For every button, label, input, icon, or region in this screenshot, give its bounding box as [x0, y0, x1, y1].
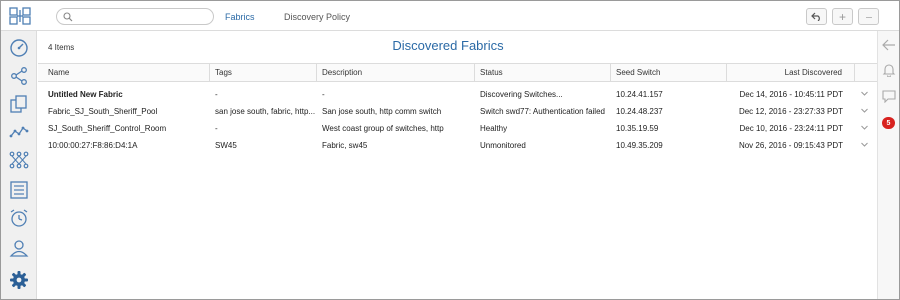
- chevron-down-icon[interactable]: [860, 106, 869, 115]
- share-icon: [11, 67, 27, 85]
- arrow-left-icon: [882, 39, 895, 51]
- cell-seed-switch: 10.49.35.209: [616, 141, 663, 150]
- dashboard-icon: [10, 39, 28, 57]
- copy-icon: [10, 95, 27, 113]
- column-header-seed-switch[interactable]: Seed Switch: [611, 64, 727, 81]
- cell-tags: san jose south, fabric, http...: [215, 107, 316, 116]
- sidebar-item-copy[interactable]: [8, 93, 30, 115]
- sidebar-item-settings[interactable]: [8, 269, 30, 291]
- cell-seed-switch: 10.35.19.59: [616, 124, 659, 133]
- cell-description: Fabric, sw45: [322, 141, 368, 150]
- cell-description: -: [322, 90, 325, 99]
- user-icon: [9, 240, 29, 257]
- table-row[interactable]: Untitled New Fabric - - Discovering Swit…: [38, 86, 877, 103]
- top-bar: Fabrics Discovery Policy + ···: [1, 1, 899, 31]
- tab-discovery-policy[interactable]: Discovery Policy: [284, 12, 350, 22]
- main-content: 4 Items Discovered Fabrics Name Tags Des…: [38, 31, 877, 299]
- search-input[interactable]: [56, 8, 214, 25]
- chat-bubble-icon: [882, 90, 896, 103]
- undo-icon: [811, 12, 820, 21]
- undo-button[interactable]: [806, 8, 827, 25]
- column-header-tags[interactable]: Tags: [210, 64, 317, 81]
- sidebar-item-dashboard[interactable]: [8, 37, 30, 59]
- sidebar-item-topology[interactable]: [8, 149, 30, 171]
- chevron-down-icon[interactable]: [860, 89, 869, 98]
- table-header: Name Tags Description Status Seed Switch…: [38, 63, 877, 82]
- cell-name: 10:00:00:27:F8:86:D4:1A: [48, 141, 138, 150]
- bell-icon: [882, 64, 896, 77]
- column-header-status[interactable]: Status: [475, 64, 611, 81]
- gear-icon: [10, 271, 28, 289]
- tab-fabrics[interactable]: Fabrics: [225, 12, 255, 22]
- app-logo-icon[interactable]: [9, 7, 31, 25]
- chevron-down-icon[interactable]: [860, 123, 869, 132]
- cell-name: Untitled New Fabric: [48, 90, 123, 99]
- cell-name: SJ_South_Sheriff_Control_Room: [48, 124, 167, 133]
- plus-icon: +: [838, 9, 846, 24]
- cell-tags: -: [215, 124, 218, 133]
- sidebar-item-share[interactable]: [8, 65, 30, 87]
- cell-tags: -: [215, 90, 218, 99]
- notification-count-badge: 5: [882, 117, 895, 129]
- more-icon: ···: [865, 11, 873, 22]
- chevron-down-icon[interactable]: [860, 140, 869, 149]
- cell-last-discovered: Nov 26, 2016 - 09:15:43 PDT: [738, 141, 843, 150]
- topology-icon: [9, 151, 29, 169]
- cell-description: West coast group of switches, http: [322, 124, 444, 133]
- column-header-name[interactable]: Name: [43, 64, 210, 81]
- cell-last-discovered: Dec 14, 2016 - 10:45:11 PDT: [739, 90, 843, 99]
- cell-status: Healthy: [480, 124, 508, 133]
- sidebar-item-list[interactable]: [8, 179, 30, 201]
- page-title: Discovered Fabrics: [392, 38, 504, 53]
- column-header-last-discovered[interactable]: Last Discovered: [727, 64, 855, 81]
- add-button[interactable]: +: [832, 8, 853, 25]
- column-header-description[interactable]: Description: [317, 64, 475, 81]
- cell-name: Fabric_SJ_South_Sheriff_Pool: [48, 107, 158, 116]
- collapse-panel-button[interactable]: [882, 38, 896, 52]
- sidebar-item-user[interactable]: [8, 237, 30, 259]
- cell-tags: SW45: [215, 141, 237, 150]
- cell-description: San jose south, http comm switch: [322, 107, 442, 116]
- cell-seed-switch: 10.24.48.237: [616, 107, 663, 116]
- notifications-button[interactable]: [882, 63, 896, 77]
- table-row[interactable]: 10:00:00:27:F8:86:D4:1A SW45 Fabric, sw4…: [38, 137, 877, 154]
- table-row[interactable]: Fabric_SJ_South_Sheriff_Pool san jose so…: [38, 103, 877, 120]
- cell-status: Unmonitored: [480, 141, 526, 150]
- cell-last-discovered: Dec 10, 2016 - 23:24:11 PDT: [739, 124, 843, 133]
- cell-status: Discovering Switches...: [480, 90, 563, 99]
- search-icon: [63, 12, 73, 22]
- alarm-clock-icon: [10, 209, 28, 227]
- table-row[interactable]: SJ_South_Sheriff_Control_Room - West coa…: [38, 120, 877, 137]
- list-icon: [10, 181, 28, 199]
- sidebar: [1, 31, 37, 299]
- cell-last-discovered: Dec 12, 2016 - 23:27:33 PDT: [738, 107, 843, 116]
- cell-status: Switch swd77: Authentication failed: [480, 107, 605, 116]
- right-rail: 5: [877, 31, 899, 299]
- messages-button[interactable]: [882, 89, 896, 103]
- more-button[interactable]: ···: [858, 8, 879, 25]
- sidebar-item-alarm[interactable]: [8, 207, 30, 229]
- sidebar-item-analytics[interactable]: [8, 121, 30, 143]
- analytics-icon: [9, 126, 29, 138]
- cell-seed-switch: 10.24.41.157: [616, 90, 663, 99]
